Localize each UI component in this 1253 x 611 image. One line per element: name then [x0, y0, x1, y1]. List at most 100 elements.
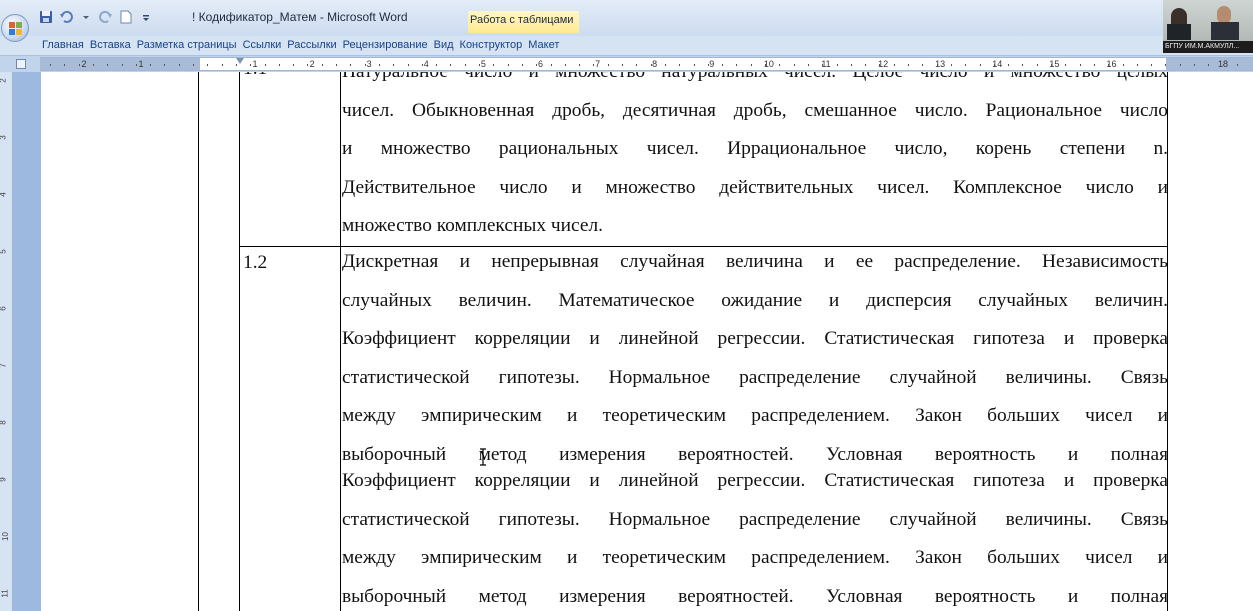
ruler-tick — [521, 64, 523, 66]
title-bar: ! Кодификатор_Матем - Microsoft Word Раб… — [0, 0, 1253, 36]
ruler-number: 5 — [480, 59, 486, 69]
text-line: между эмпирическим и теоретическим распр… — [342, 547, 1168, 568]
ruler-tick — [264, 64, 266, 66]
ruler-number: 8 — [652, 59, 658, 69]
office-logo-icon — [8, 21, 22, 35]
ruler-tick — [178, 64, 180, 66]
tab-selector-icon[interactable] — [16, 59, 26, 69]
text-cursor-icon — [480, 448, 486, 466]
ruler-tick — [1208, 64, 1210, 66]
ruler-tick — [822, 64, 824, 66]
ruler-number: 6 — [537, 59, 544, 69]
ruler-tick — [493, 64, 495, 66]
ruler-tick — [421, 64, 423, 66]
ruler-tick — [1165, 64, 1167, 66]
ruler-tick — [1222, 64, 1224, 66]
ribbon-tab[interactable]: Вставка — [90, 39, 131, 51]
table-cell-text-overlay: Коэффициент корреляции и линейной регрес… — [342, 462, 1168, 611]
ruler-tick — [150, 64, 152, 66]
ruler-tick — [1136, 64, 1138, 66]
undo-icon[interactable] — [58, 9, 74, 25]
ruler-number: 9 — [709, 59, 715, 69]
vertical-ruler-number: 4 — [0, 192, 8, 196]
ruler-tick — [364, 64, 366, 66]
ruler-tick — [593, 64, 595, 66]
document-canvas: 1.1 Натуральное число и множество натура… — [13, 72, 1253, 611]
ruler-tick — [64, 64, 66, 66]
ribbon-tab[interactable]: Макет — [528, 39, 559, 51]
ruler-tick — [879, 64, 881, 66]
ruler-tick — [479, 64, 480, 66]
ruler-tick — [1093, 64, 1095, 66]
save-icon[interactable] — [38, 9, 54, 25]
horizontal-ruler[interactable]: 211234567891011121314151618 — [40, 57, 1253, 71]
ribbon-tab[interactable]: Ссылки — [243, 39, 282, 51]
ruler-number: 3 — [366, 59, 372, 69]
ruler-tick — [979, 64, 981, 66]
text-line: Коэффициент корреляции и линейной регрес… — [342, 328, 1168, 349]
ruler-tick — [464, 64, 466, 66]
table-border-left — [198, 72, 199, 611]
ruler-tick — [850, 64, 852, 66]
table-column-divider — [340, 72, 341, 611]
ruler-tick — [50, 64, 51, 66]
text-line: и множество рациональных чисел. Иррацион… — [342, 138, 1168, 159]
document-page[interactable]: 1.1 Натуральное число и множество натура… — [41, 72, 1253, 611]
ruler-tick — [1194, 64, 1195, 66]
ribbon-tab[interactable]: Рассылки — [287, 39, 336, 51]
vertical-ruler-number: 8 — [0, 420, 8, 424]
ribbon-tab[interactable]: Конструктор — [460, 39, 523, 51]
word-window: ! Кодификатор_Матем - Microsoft Word Раб… — [0, 0, 1253, 611]
participant-body — [1211, 22, 1239, 40]
ruler-tick — [807, 64, 809, 66]
ruler-tick — [92, 64, 94, 66]
ruler-tick — [1022, 64, 1024, 66]
vertical-ruler-number: 2 — [0, 78, 8, 82]
ribbon-tab[interactable]: Главная — [42, 39, 84, 51]
ruler-tick — [908, 64, 909, 66]
row-number: 1.2 — [243, 252, 268, 273]
ruler-tick — [693, 64, 695, 66]
ruler-tick — [407, 64, 409, 66]
office-button[interactable] — [1, 14, 29, 42]
table-cell-text[interactable]: Натуральное число и множество натуральны… — [342, 72, 1168, 246]
ribbon-tab[interactable]: Разметка страницы — [137, 39, 237, 51]
vertical-ruler[interactable]: 2 3 4 5 6 7 8 9 10 11 — [0, 72, 13, 611]
ruler-tick — [164, 64, 166, 66]
ruler-tick — [793, 64, 795, 66]
vertical-ruler-number: 11 — [0, 589, 10, 598]
text-line: Коэффициент корреляции и линейной регрес… — [342, 470, 1168, 491]
table-column-divider — [239, 72, 240, 611]
indent-marker-icon[interactable] — [236, 58, 244, 70]
ruler-number: 4 — [423, 59, 429, 69]
ruler-tick — [636, 64, 638, 66]
vertical-ruler-number: 7 — [0, 363, 8, 367]
vertical-ruler-number: 9 — [0, 477, 8, 481]
ruler-number: 2 — [81, 59, 87, 69]
ruler-tick — [135, 64, 137, 66]
participant-body — [1167, 24, 1191, 40]
ruler-number: 7 — [595, 59, 601, 69]
ruler-tick — [664, 64, 666, 66]
ruler-tick — [722, 64, 724, 66]
undo-dropdown-icon[interactable] — [78, 9, 94, 25]
ruler-tick — [607, 64, 609, 66]
text-line: Натуральное число и множество натуральны… — [342, 72, 1168, 92]
ruler-tick — [779, 64, 781, 66]
ruler-tick — [378, 64, 380, 66]
text-line: случайных величин. Математическое ожидан… — [342, 289, 1168, 311]
ruler-tick — [579, 64, 581, 66]
vertical-ruler-number: 10 — [0, 532, 10, 541]
redo-icon[interactable] — [98, 9, 114, 25]
ribbon-tab[interactable]: Рецензирование — [343, 39, 428, 51]
text-line: Дискретная и непрерывная случайная велич… — [342, 251, 1168, 272]
ruler-tick — [450, 64, 452, 66]
ruler-tick — [965, 64, 967, 66]
table-cell-text[interactable]: Дискретная и непрерывная случайная велич… — [342, 243, 1168, 474]
ruler-tick — [1151, 64, 1153, 66]
ruler-tick — [393, 64, 395, 66]
customize-qat-icon[interactable] — [138, 9, 154, 25]
ruler-tick — [1051, 64, 1052, 66]
ribbon-tab[interactable]: Вид — [434, 39, 454, 51]
new-document-icon[interactable] — [118, 9, 134, 25]
